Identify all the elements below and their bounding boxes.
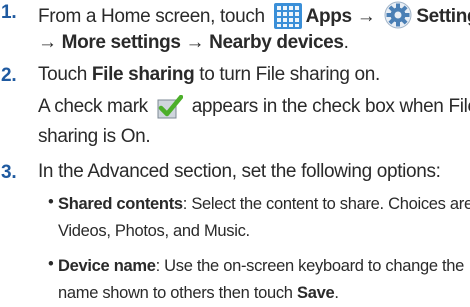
step-2-line-3: sharing is On. [38, 126, 151, 148]
period: . [334, 284, 339, 302]
step-text: sharing is On. [38, 126, 151, 147]
option-device-name: Device name: Use the on-screen keyboard … [58, 255, 464, 277]
settings-gear-icon [384, 1, 412, 35]
option-desc: Videos, Photos, and Music. [58, 222, 250, 240]
apps-label: Apps [305, 6, 352, 27]
option-name: Shared contents [58, 195, 183, 213]
step-2-line-1: Touch File sharing to turn File sharing … [38, 64, 380, 86]
settings-label: Settings [416, 6, 470, 27]
step-2-line-2: A check mark appears in the check box wh… [38, 94, 470, 125]
arrow: → [356, 6, 376, 27]
step-number: 1. [1, 2, 17, 23]
step-text: to turn File sharing on. [199, 64, 380, 85]
period: . [343, 32, 349, 53]
step-text: A check mark [38, 96, 148, 117]
checkbox-checked-icon [157, 94, 184, 125]
step-text: From a Home screen, touch [38, 6, 265, 27]
arrow: → [185, 32, 205, 53]
file-sharing-label: File sharing [91, 64, 195, 85]
step-number: 3. [1, 162, 17, 183]
option-shared-contents: Shared contents: Select the content to s… [58, 193, 470, 215]
option-desc: name shown to others then touch [58, 284, 293, 302]
step-text: In the Advanced section, set the followi… [38, 161, 441, 182]
instructions-page: 1. From a Home screen, touch Apps → Sett… [0, 0, 470, 307]
option-desc: : Select the content to share. Choices a… [182, 195, 470, 213]
arrow: → [38, 32, 57, 53]
nearby-devices-label: Nearby devices [209, 32, 344, 53]
more-settings-label: More settings [61, 32, 181, 53]
apps-grid-icon [273, 3, 302, 35]
option-desc: : Use the on-screen keyboard to change t… [155, 257, 465, 275]
step-1-line-1: From a Home screen, touch Apps → Settin [38, 1, 470, 35]
step-number: 2. [1, 65, 17, 86]
option-device-name-line-2: name shown to others then touch Save. [58, 282, 339, 304]
option-shared-contents-line-2: Videos, Photos, and Music. [58, 220, 250, 242]
option-name: Device name [58, 257, 156, 275]
step-text: Touch [38, 64, 87, 85]
step-3-line-1: In the Advanced section, set the followi… [38, 161, 441, 183]
step-text: appears in the check box when File [191, 96, 470, 117]
bullet: • [48, 255, 54, 273]
step-1-line-2: → More settings → Nearby devices. [38, 32, 349, 54]
bullet: • [48, 193, 54, 211]
save-label: Save [297, 284, 335, 302]
